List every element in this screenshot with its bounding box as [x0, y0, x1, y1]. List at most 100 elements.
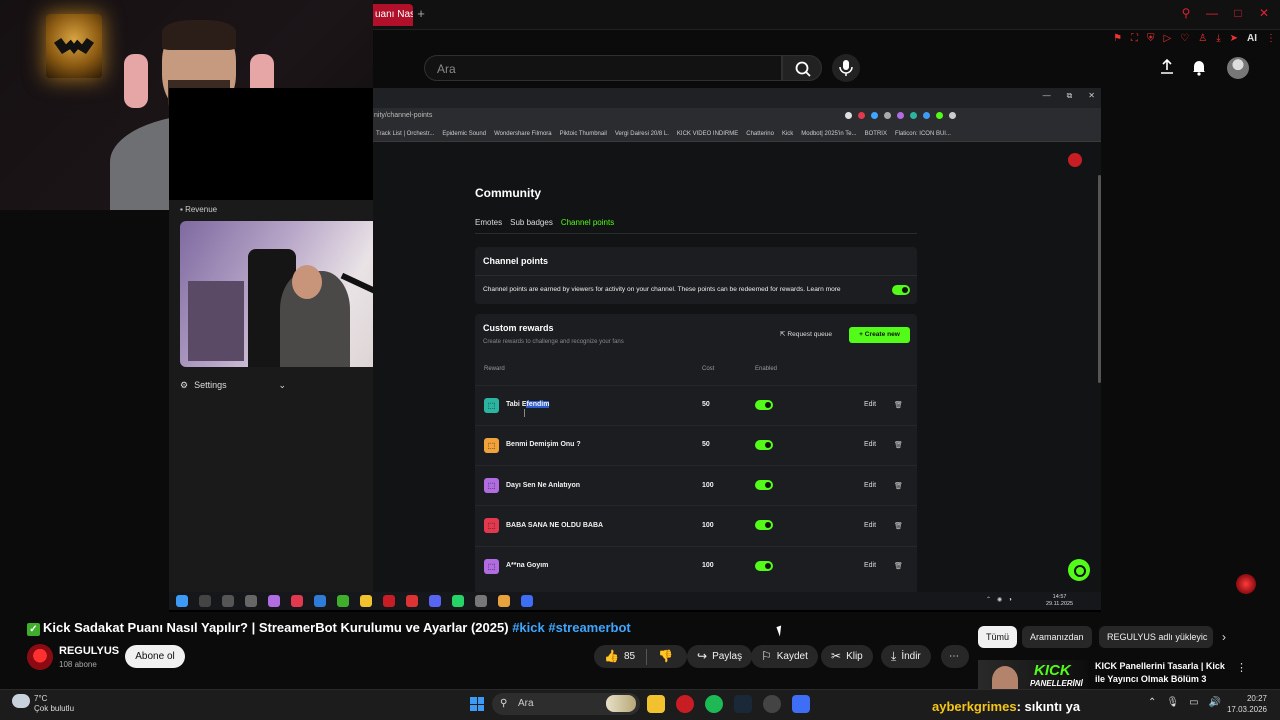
new-tab-button[interactable]: + [414, 6, 428, 24]
weather-temp[interactable]: 7°C [34, 694, 47, 703]
bookmark-item[interactable]: BOTRIX [865, 131, 887, 137]
voice-search-button[interactable] [832, 54, 860, 82]
spotify-icon[interactable] [705, 695, 723, 713]
chevron-up-icon[interactable]: ⌃ [986, 596, 991, 603]
heart-icon[interactable]: ♡ [1180, 33, 1189, 44]
reward-enabled-toggle[interactable] [755, 520, 773, 530]
more-actions-button[interactable]: ⋯ [941, 645, 969, 668]
kick-profile-avatar[interactable] [1068, 153, 1082, 167]
bookmark-item[interactable]: Flaticon: ICON BUI... [895, 131, 951, 137]
user-avatar[interactable] [1227, 57, 1249, 79]
inner-restore-icon[interactable]: ⧉ [1067, 91, 1073, 101]
channel-name[interactable]: REGULYUS [59, 645, 119, 657]
taskbar-clock[interactable]: 20:27 17.03.2026 [1225, 693, 1267, 715]
cloud-icon[interactable] [12, 694, 30, 708]
subscribe-button[interactable]: Abone ol [125, 645, 185, 668]
bookmark-item[interactable]: Chatterino [746, 131, 774, 137]
star-icon[interactable] [845, 112, 852, 119]
trash-icon[interactable]: 🗑 [894, 482, 903, 490]
minimize-button[interactable]: — [1206, 6, 1218, 20]
opera-icon[interactable] [676, 695, 694, 713]
edit-button[interactable]: Edit [864, 401, 876, 408]
hashtag-link[interactable]: #streamerbot [548, 620, 630, 635]
save-button[interactable]: ⚐ Kaydet [751, 645, 818, 668]
chrome-icon[interactable] [498, 595, 510, 607]
chip-all[interactable]: Tümü [978, 626, 1018, 648]
trash-icon[interactable]: 🗑 [894, 401, 903, 409]
app-icon[interactable] [337, 595, 349, 607]
inner-scrollbar[interactable] [1098, 175, 1101, 383]
search-input[interactable]: Ara [424, 55, 782, 81]
close-button[interactable]: ✕ [1258, 6, 1270, 20]
clip-button[interactable]: ✂ Klip [821, 645, 873, 668]
windows-icon[interactable] [176, 595, 188, 607]
search-button[interactable] [782, 55, 822, 81]
file-explorer-icon[interactable] [647, 695, 665, 713]
maximize-button[interactable]: □ [1232, 6, 1244, 20]
profile-icon[interactable]: ♙ [1198, 33, 1207, 44]
tab-sub-badges[interactable]: Sub badges [510, 218, 553, 234]
bookmark-item[interactable]: Track List | Orchestr... [376, 131, 434, 137]
create-new-button[interactable]: + Create new [849, 327, 910, 343]
app-icon[interactable] [521, 595, 533, 607]
taskview-icon[interactable] [222, 595, 234, 607]
trash-icon[interactable]: 🗑 [894, 562, 903, 570]
ext-icon[interactable] [923, 112, 930, 119]
display-icon[interactable]: ▭ [1189, 697, 1198, 708]
chip-uploader[interactable]: REGULYUS adlı yükleyic [1099, 626, 1213, 648]
app-icon[interactable] [268, 595, 280, 607]
screenshot-icon[interactable]: ⛶ [1131, 33, 1138, 44]
channel-points-toggle[interactable] [892, 285, 910, 295]
trash-icon[interactable]: 🗑 [894, 522, 903, 530]
app-icon[interactable] [792, 695, 810, 713]
app-icon[interactable] [291, 595, 303, 607]
share-button[interactable]: ↪ Paylaş [687, 645, 753, 668]
app-icon[interactable] [383, 595, 395, 607]
shield-icon[interactable]: ⛨ [1147, 33, 1155, 44]
app-icon[interactable] [475, 595, 487, 607]
edit-button[interactable]: Edit [864, 482, 876, 489]
thumbs-down-icon[interactable]: 👎 [658, 645, 673, 668]
bookmark-item[interactable]: Epidemic Sound [442, 131, 486, 137]
app-icon[interactable] [245, 595, 257, 607]
inner-minimize-icon[interactable]: — [1043, 91, 1051, 101]
reward-enabled-toggle[interactable] [755, 561, 773, 571]
chip-from-search[interactable]: Aramanızdan [1022, 626, 1092, 648]
reward-enabled-toggle[interactable] [755, 400, 773, 410]
menu-icon[interactable]: ⋮ [1266, 33, 1276, 44]
download-button[interactable]: ⤓ İndir [881, 645, 931, 668]
whatsapp-icon[interactable] [452, 595, 464, 607]
ext-icon[interactable] [897, 112, 904, 119]
app-icon[interactable] [763, 695, 781, 713]
bookmark-item[interactable]: Modbot| 2025'in Te... [801, 131, 856, 137]
download-icon[interactable]: ⤓ [1216, 33, 1220, 44]
ai-button[interactable]: AI [1247, 33, 1257, 44]
app-icon[interactable] [406, 595, 418, 607]
trash-icon[interactable]: 🗑 [894, 441, 903, 449]
ext-icon[interactable] [858, 112, 865, 119]
volume-icon[interactable]: ◑ [1008, 597, 1012, 603]
microphone-icon[interactable]: 🎙 [1166, 697, 1179, 708]
folder-icon[interactable] [360, 595, 372, 607]
play-icon[interactable]: ▷ [1164, 33, 1172, 44]
ext-icon[interactable] [949, 112, 956, 119]
edit-button[interactable]: Edit [864, 562, 876, 569]
pin-icon[interactable]: ⚑ [1113, 33, 1122, 44]
bookmark-item[interactable]: Vergi Dairesi 20/8 L. [615, 131, 669, 137]
ext-icon[interactable] [910, 112, 917, 119]
steam-icon[interactable] [734, 695, 752, 713]
request-queue-button[interactable]: ⇱ Request queue [780, 330, 832, 338]
ext-icon[interactable] [871, 112, 878, 119]
hashtag-link[interactable]: #kick [512, 620, 545, 635]
thumbs-up-icon[interactable]: 👍 [604, 645, 619, 668]
tab-channel-points[interactable]: Channel points [560, 218, 615, 234]
more-icon[interactable]: ⋮ [1236, 661, 1247, 674]
bookmark-item[interactable]: Piktoic Thumbnail [560, 131, 607, 137]
search-tabs-icon[interactable]: ⚲ [1180, 6, 1192, 20]
channel-avatar[interactable] [27, 644, 53, 670]
windows-start-icon[interactable] [470, 697, 484, 711]
bookmark-item[interactable]: Kick [782, 131, 793, 137]
discord-icon[interactable] [429, 595, 441, 607]
notifications-button[interactable] [1190, 58, 1208, 76]
settings-row[interactable]: ⚙ Settings ⌄ [180, 378, 286, 392]
